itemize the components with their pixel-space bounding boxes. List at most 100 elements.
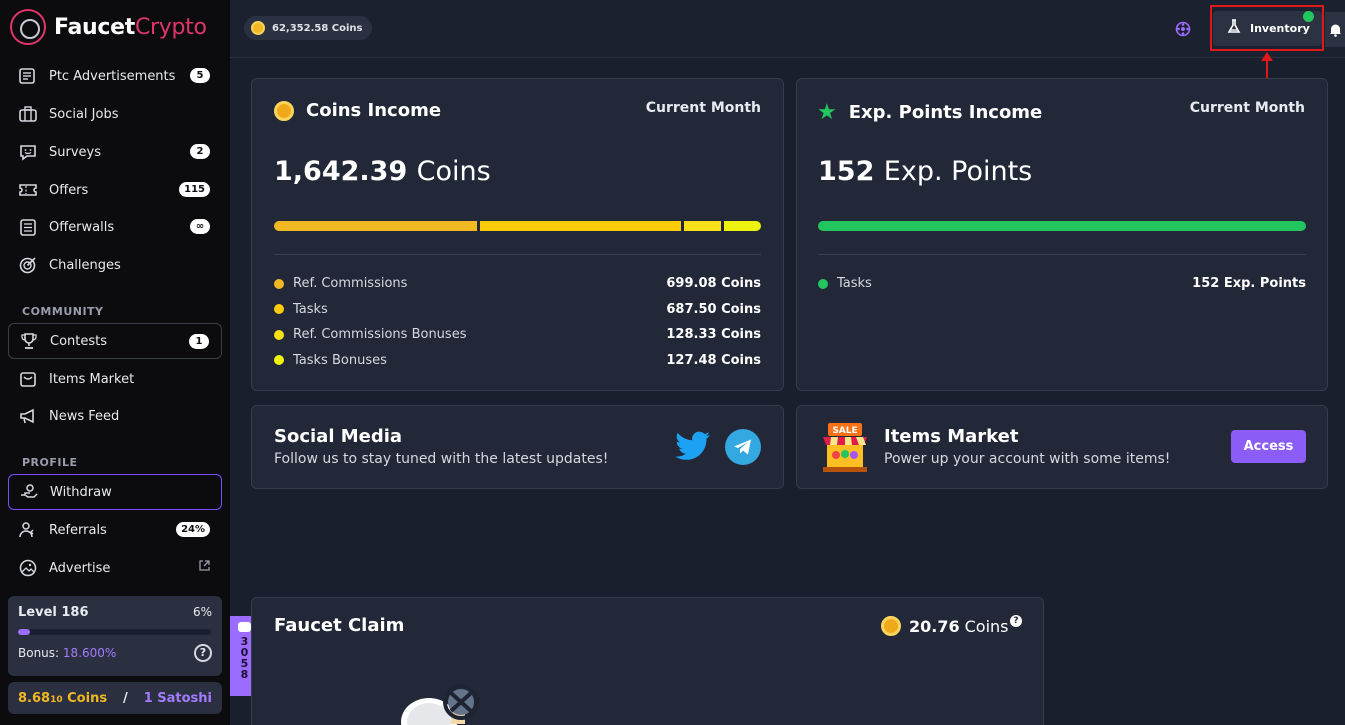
bonus-label: Bonus: xyxy=(18,646,60,660)
sidebar-item-label: Withdraw xyxy=(50,484,112,500)
legend-label: Tasks xyxy=(837,276,872,291)
logo-icon xyxy=(10,9,46,45)
sidebar-item-withdraw[interactable]: Withdraw xyxy=(8,474,222,510)
items-market-card: SALE Items Market Power up your account … xyxy=(796,405,1328,489)
sidebar-item-label: Offerwalls xyxy=(49,219,115,235)
legend-dot xyxy=(274,355,284,365)
logo[interactable]: FaucetCrypto xyxy=(10,9,207,45)
sidebar-item-ptc-advertisements[interactable]: Ptc Advertisements 5 xyxy=(8,58,222,94)
legend-label: Ref. Commissions xyxy=(293,276,408,291)
level-box: Level 186 6% Bonus: 18.600% ? xyxy=(8,596,222,676)
market-desc: Power up your account with some items! xyxy=(884,451,1171,467)
bonus-value: 18.600% xyxy=(62,646,117,660)
telegram-icon[interactable] xyxy=(725,429,761,465)
rate-separator: / xyxy=(123,690,128,706)
twitter-icon[interactable] xyxy=(675,431,711,463)
sidebar-item-challenges[interactable]: Challenges xyxy=(8,247,222,283)
divider xyxy=(274,254,761,255)
sidebar-item-social-jobs[interactable]: Social Jobs xyxy=(8,96,222,132)
language-globe-icon[interactable] xyxy=(1175,21,1191,41)
faucet-amount: 20.76 Coins xyxy=(881,616,1009,636)
balance-pill[interactable]: 62,352.58 Coins xyxy=(244,16,372,40)
rate-satoshi: 1 Satoshi xyxy=(143,690,212,706)
sidebar-item-surveys[interactable]: Surveys 2 xyxy=(8,134,222,170)
market-title: Items Market xyxy=(884,426,1019,447)
sidebar-item-advertise[interactable]: Advertise xyxy=(8,550,222,586)
chat-icon xyxy=(238,622,251,632)
divider xyxy=(818,254,1306,255)
help-icon[interactable]: ? xyxy=(194,644,212,662)
users-icon xyxy=(18,520,38,540)
faucet-title: Faucet Claim xyxy=(274,615,405,636)
social-media-card: Social Media Follow us to stay tuned wit… xyxy=(251,405,784,489)
legend-label: Tasks Bonuses xyxy=(293,352,387,368)
topbar: 62,352.58 Coins Inventory xyxy=(230,0,1345,58)
ticket-icon xyxy=(18,180,38,200)
card-title: ★ Exp. Points Income xyxy=(817,100,1043,125)
coins-breakdown-bar xyxy=(274,221,761,231)
access-button[interactable]: Access xyxy=(1231,430,1306,463)
count-badge: ∞ xyxy=(190,219,210,234)
sidebar-item-label: Items Market xyxy=(49,371,135,387)
legend-row: Tasks Bonuses 127.48 Coins xyxy=(274,353,761,368)
social-desc: Follow us to stay tuned with the latest … xyxy=(274,451,609,467)
sidebar-item-label: Offers xyxy=(49,182,89,198)
star-icon: ★ xyxy=(817,100,837,125)
briefcase-icon xyxy=(18,104,38,124)
bar-segment xyxy=(274,221,478,231)
list-icon xyxy=(18,217,38,237)
sidebar-item-news-feed[interactable]: News Feed xyxy=(8,398,222,434)
chat-smile-icon xyxy=(18,142,38,162)
bar-segment xyxy=(480,221,681,231)
image-icon xyxy=(18,558,38,578)
newspaper-icon xyxy=(18,66,38,86)
count-badge: 115 xyxy=(179,182,210,197)
exp-breakdown-bar xyxy=(818,221,1306,231)
bell-icon[interactable] xyxy=(1325,12,1345,47)
sidebar-item-label: Challenges xyxy=(49,257,121,273)
percent-badge: 24% xyxy=(176,522,210,537)
level-label: Level 186 xyxy=(18,605,89,620)
svg-text:SALE: SALE xyxy=(832,426,857,436)
legend-amount: 128.33 Coins xyxy=(666,327,761,342)
sidebar-item-offers[interactable]: Offers 115 xyxy=(8,172,222,208)
legend-label: Ref. Commissions Bonuses xyxy=(293,327,467,342)
rate-coins: 8.6810 Coins xyxy=(18,690,108,706)
legend-dot xyxy=(818,278,828,289)
target-icon xyxy=(18,255,38,275)
legend-amount: 127.48 Coins xyxy=(666,352,761,368)
coins-total: 1,642.39 Coins xyxy=(274,156,491,187)
sidebar-item-label: Referrals xyxy=(49,522,107,538)
faucet-help-icon[interactable]: ? xyxy=(1010,615,1022,627)
highlight-box xyxy=(1210,5,1324,51)
legend-amount: 152 Exp. Points xyxy=(1192,276,1306,291)
count-badge: 2 xyxy=(190,144,210,159)
sidebar-item-label: Social Jobs xyxy=(49,106,119,122)
chat-count: 3 0 5 8 xyxy=(240,635,249,681)
legend-label: Tasks xyxy=(293,301,328,317)
faucet-claim-card: Faucet Claim 20.76 Coins ? xyxy=(251,597,1044,725)
sidebar-item-label: Ptc Advertisements xyxy=(49,68,176,84)
rate-box: 8.6810 Coins / 1 Satoshi xyxy=(8,682,222,714)
trophy-icon xyxy=(19,331,39,351)
coin-icon xyxy=(274,100,294,121)
shop-icon: SALE xyxy=(820,421,870,473)
legend-dot xyxy=(274,304,284,314)
coin-icon xyxy=(251,21,265,35)
sidebar-item-offerwalls[interactable]: Offerwalls ∞ xyxy=(8,209,222,245)
card-title: Coins Income xyxy=(274,100,441,121)
sidebar: FaucetCrypto Ptc Advertisements 5 Social… xyxy=(0,0,230,725)
sidebar-item-referrals[interactable]: Referrals 24% xyxy=(8,512,222,548)
legend-amount: 699.08 Coins xyxy=(666,276,761,291)
hand-coins-icon xyxy=(19,482,39,502)
level-percent: 6% xyxy=(192,605,212,619)
legend-dot xyxy=(274,278,284,289)
sidebar-item-contests[interactable]: Contests 1 xyxy=(8,323,222,359)
sidebar-item-label: Contests xyxy=(50,333,108,349)
period-label: Current Month xyxy=(1189,100,1305,116)
bar-segment xyxy=(723,221,761,231)
bar-segment xyxy=(818,221,1306,231)
sidebar-item-items-market[interactable]: Items Market xyxy=(8,361,222,397)
count-badge: 1 xyxy=(189,334,209,349)
sidebar-item-label: News Feed xyxy=(49,408,120,424)
